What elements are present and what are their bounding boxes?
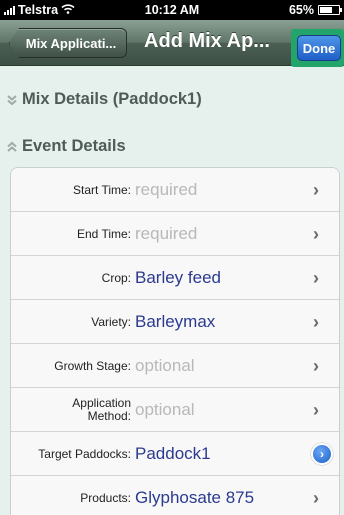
row-label: Growth Stage: (54, 358, 131, 373)
battery-percent: 65% (288, 3, 314, 17)
chevron-right-icon: › (313, 312, 319, 332)
row-label: Start Time: (72, 182, 131, 197)
row-label: Products: (80, 490, 131, 505)
event-details-table: Start Time: required › End Time: require… (10, 167, 340, 515)
row-products[interactable]: Products: Glyphosate 875 › (11, 476, 339, 515)
navigation-bar: Mix Applicati... Add Mix Ap... Done (0, 20, 344, 67)
chevron-double-up-icon (6, 141, 18, 153)
row-application-method[interactable]: Application Method: optional › (11, 388, 339, 432)
chevron-double-down-icon (6, 94, 18, 106)
row-label: Crop: (101, 270, 131, 285)
status-bar: Telstra 10:12 AM 65% (0, 0, 344, 20)
row-value: optional (135, 400, 195, 419)
chevron-right-icon: › (313, 180, 319, 200)
back-button[interactable]: Mix Applicati... (9, 28, 127, 58)
row-value: Barley feed (135, 268, 221, 287)
row-variety[interactable]: Variety: Barleymax › (11, 300, 339, 344)
row-start-time[interactable]: Start Time: required › (11, 168, 339, 212)
row-value: required (135, 180, 198, 199)
row-label: Target Paddocks: (38, 446, 131, 461)
chevron-right-icon: › (313, 356, 319, 376)
mix-details-label: Mix Details (Paddock1) (22, 90, 202, 108)
row-label: Variety: (91, 314, 131, 329)
row-label: Application Method: (72, 396, 131, 423)
row-value: optional (135, 356, 195, 375)
row-label: End Time: (76, 226, 131, 241)
battery-icon (318, 5, 342, 15)
row-growth-stage[interactable]: Growth Stage: optional › (11, 344, 339, 388)
chevron-right-icon: › (313, 224, 319, 244)
row-value: Barleymax (135, 312, 216, 331)
mix-details-header[interactable]: Mix Details (Paddock1) (6, 90, 202, 109)
status-right: 65% (288, 3, 342, 17)
page-title: Add Mix Ap... (144, 30, 270, 52)
row-target-paddocks[interactable]: Target Paddocks: Paddock1 › (11, 432, 339, 476)
event-details-label: Event Details (22, 137, 126, 155)
detail-disclosure-icon[interactable]: › (311, 443, 333, 465)
row-crop[interactable]: Crop: Barley feed › (11, 256, 339, 300)
chevron-right-icon: › (313, 268, 319, 288)
event-details-header[interactable]: Event Details (6, 137, 126, 156)
done-button-highlight: Done (291, 29, 344, 67)
done-button[interactable]: Done (297, 35, 341, 61)
row-value: Paddock1 (135, 444, 211, 463)
chevron-right-icon: › (313, 488, 319, 508)
row-value: Glyphosate 875 (135, 488, 255, 507)
row-end-time[interactable]: End Time: required › (11, 212, 339, 256)
row-value: required (135, 224, 198, 243)
chevron-right-icon: › (313, 400, 319, 420)
